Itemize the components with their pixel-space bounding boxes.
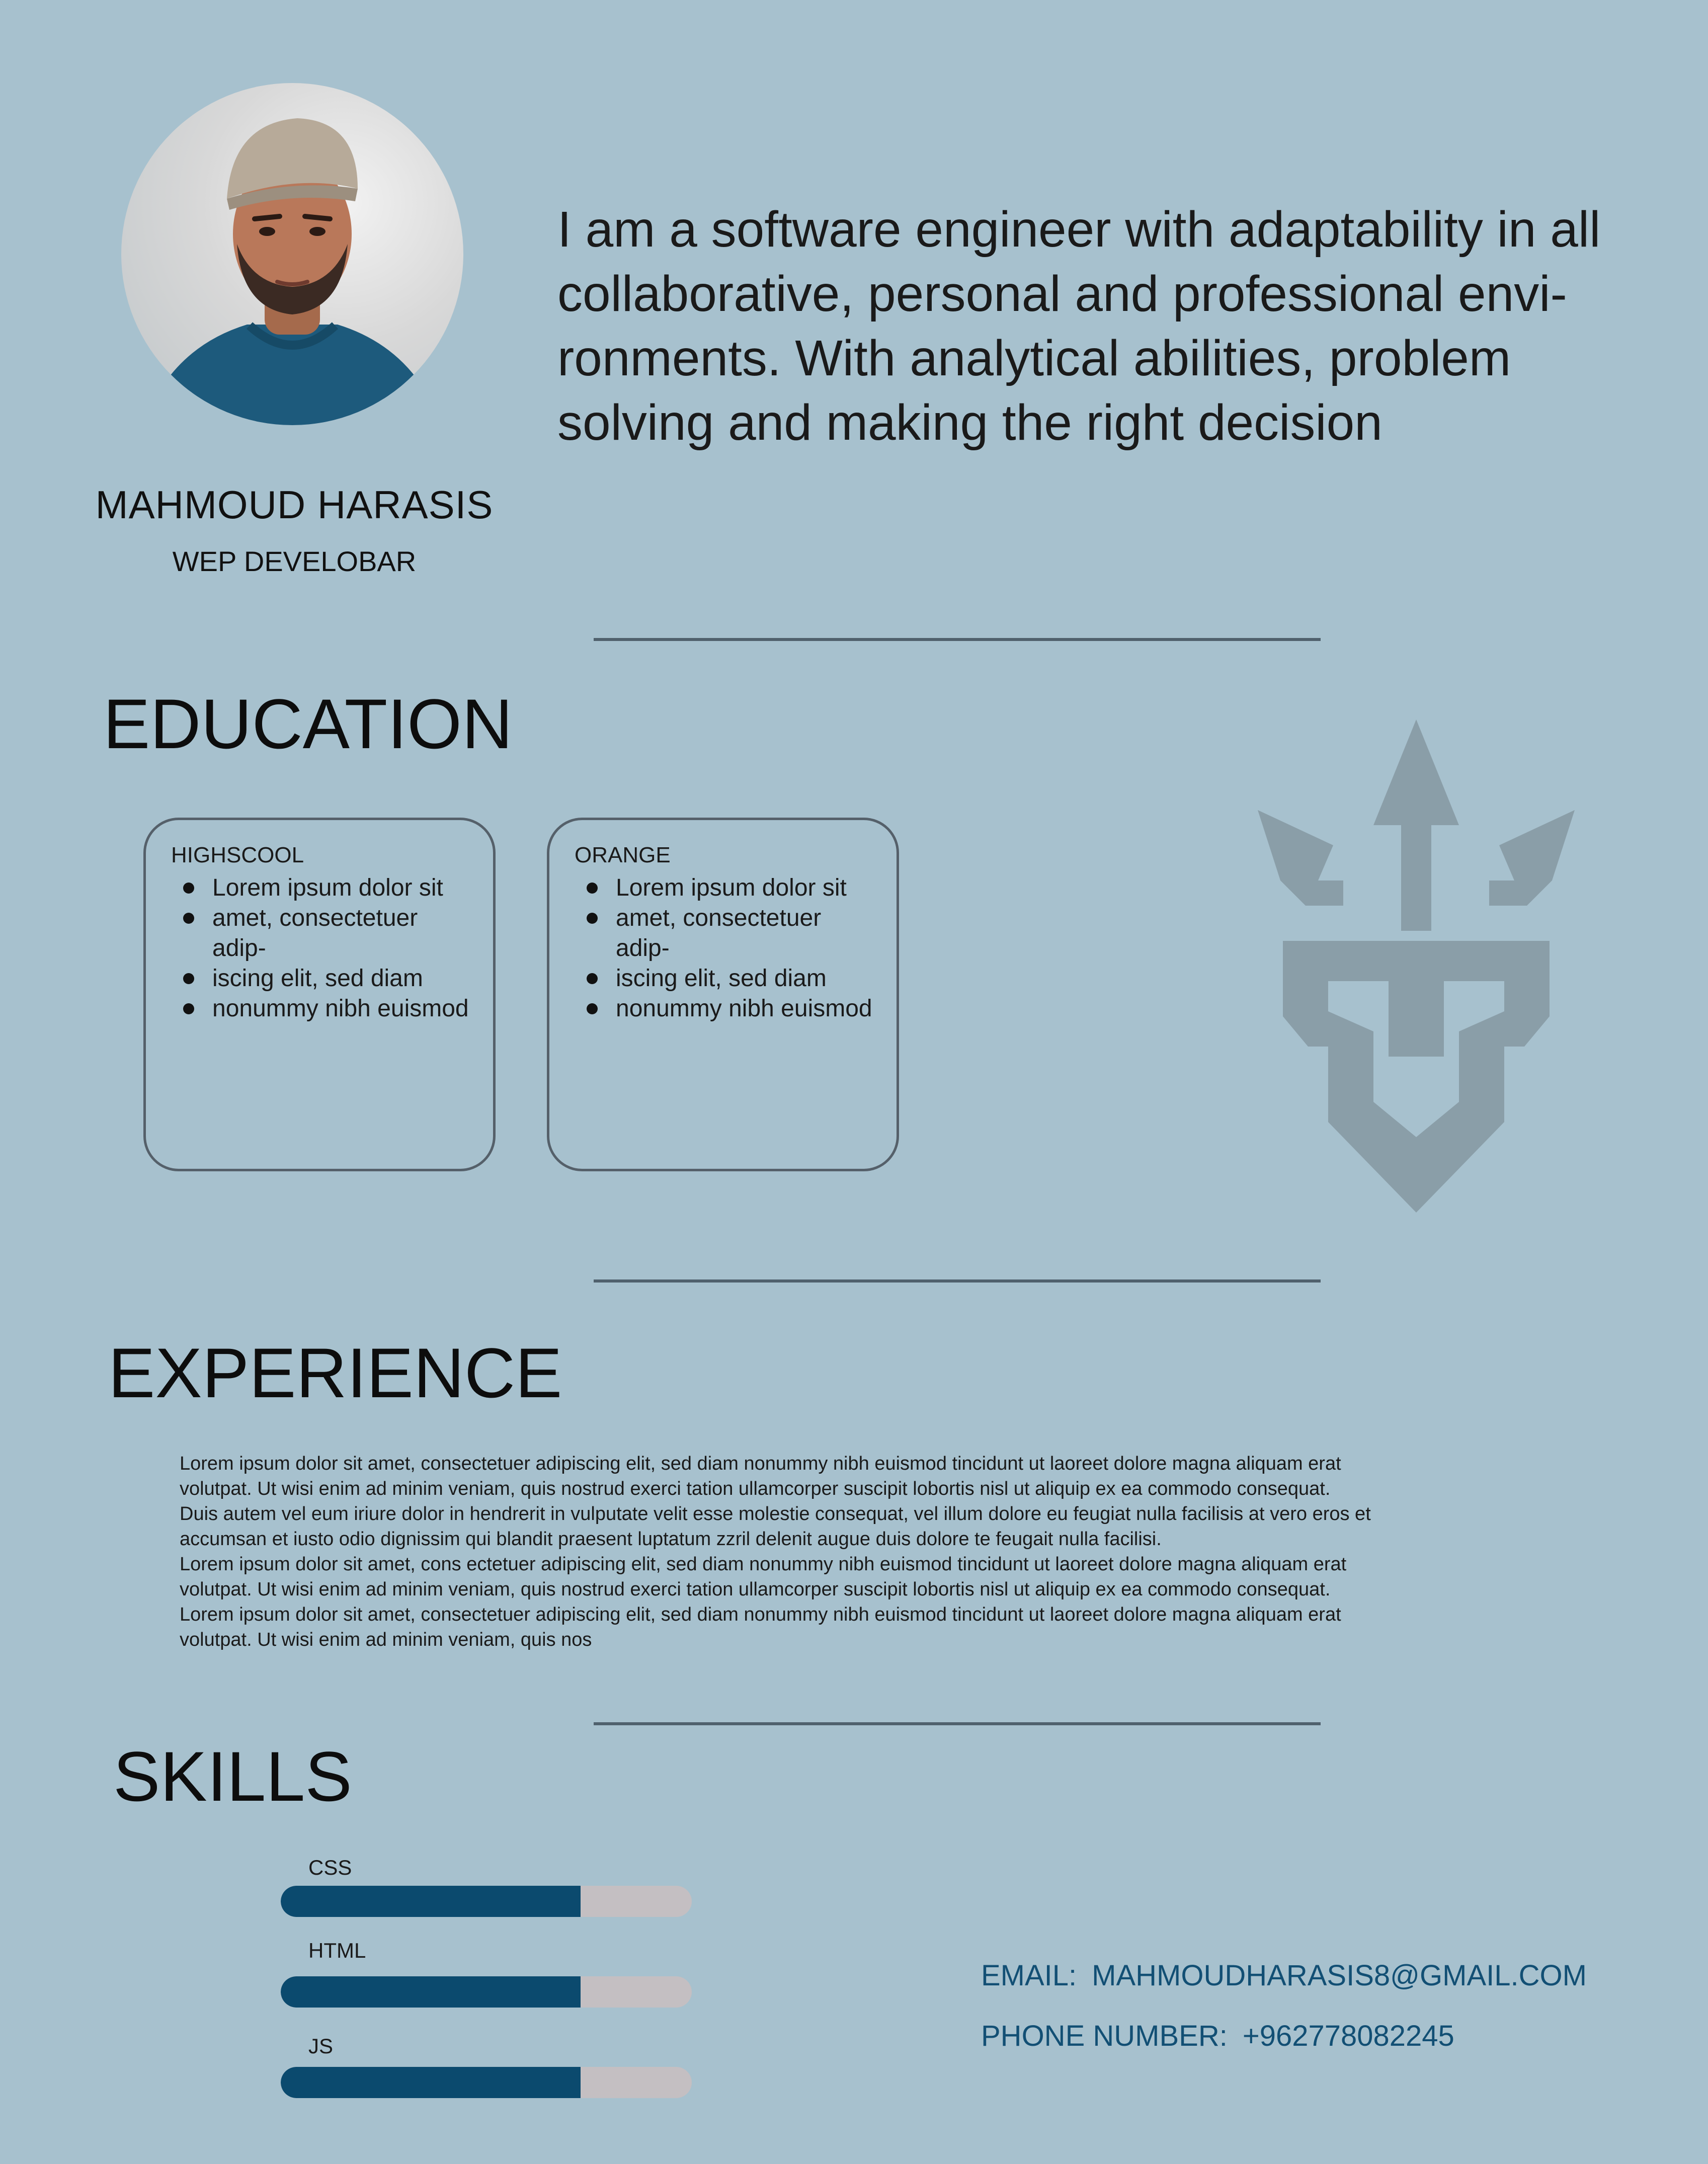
education-card-title: HIGHSCOOL <box>171 843 304 867</box>
phone-value[interactable]: +962778082245 <box>1243 2020 1454 2052</box>
list-item: nonummy nibh euismod <box>183 994 473 1024</box>
experience-line: accumsan et iusto odio dignissim qui bla… <box>180 1529 1162 1550</box>
person-name: MAHMOUD HARASIS <box>95 483 494 527</box>
skill-bar-js <box>281 2067 692 2098</box>
email-value[interactable]: MAHMOUDHARASIS8@GMAIL.COM <box>1092 1959 1587 1992</box>
section-divider <box>594 638 1321 641</box>
skill-bar-fill <box>281 2067 581 2098</box>
education-card-orange: ORANGE Lorem ipsum dolor sit amet, conse… <box>547 818 899 1171</box>
experience-line: Lorem ipsum dolor sit amet, consectetuer… <box>180 1604 1341 1625</box>
list-item: iscing elit, sed diam <box>183 964 473 994</box>
list-item: Lorem ipsum dolor sit <box>587 873 876 903</box>
experience-line: volutpat. Ut wisi enim ad minim veniam, … <box>180 1629 592 1650</box>
skill-label-html: HTML <box>308 1939 366 1962</box>
skills-heading: SKILLS <box>113 1737 352 1816</box>
section-divider <box>594 1279 1321 1283</box>
skill-bar-fill <box>281 1976 581 2008</box>
education-card-title: ORANGE <box>575 843 671 867</box>
person-avatar-icon <box>151 118 433 425</box>
skill-bar-css <box>281 1886 692 1917</box>
skill-label-js: JS <box>308 2034 334 2058</box>
list-item: Lorem ipsum dolor sit <box>183 873 473 903</box>
section-divider <box>594 1722 1321 1725</box>
experience-text: Lorem ipsum dolor sit amet, consectetuer… <box>180 1451 1437 1652</box>
list-item: amet, consectetuer adip- <box>587 903 876 964</box>
skill-bar-fill <box>281 1886 581 1917</box>
list-item: amet, consectetuer adip- <box>183 903 473 964</box>
skill-label-css: CSS <box>308 1856 352 1879</box>
job-title: WEP DEVELOBAR <box>172 545 417 577</box>
education-list: Lorem ipsum dolor sit amet, consectetuer… <box>575 873 876 1024</box>
experience-line: volutpat. Ut wisi enim ad minim veniam, … <box>180 1579 1331 1600</box>
experience-line: Lorem ipsum dolor sit amet, consectetuer… <box>180 1453 1341 1474</box>
experience-line: Lorem ipsum dolor sit amet, cons ectetue… <box>180 1554 1347 1575</box>
email-label: EMAIL: <box>981 1959 1077 1992</box>
education-card-highschool: HIGHSCOOL Lorem ipsum dolor sit amet, co… <box>143 818 496 1171</box>
list-item: nonummy nibh euismod <box>587 994 876 1024</box>
education-list: Lorem ipsum dolor sit amet, consectetuer… <box>171 873 473 1024</box>
list-item: iscing elit, sed diam <box>587 964 876 994</box>
experience-line: volutpat. Ut wisi enim ad minim veniam, … <box>180 1478 1331 1499</box>
trident-crown-monogram-icon <box>1258 719 1575 1213</box>
profile-photo <box>121 83 463 425</box>
skill-bar-html <box>281 1976 692 2008</box>
education-heading: EDUCATION <box>103 684 513 763</box>
experience-line: Duis autem vel eum iriure dolor in hendr… <box>180 1503 1371 1525</box>
experience-heading: EXPERIENCE <box>108 1333 562 1412</box>
contact-email: EMAIL: MAHMOUDHARASIS8@GMAIL.COM <box>981 1959 1587 1992</box>
phone-label: PHONE NUMBER: <box>981 2020 1228 2052</box>
intro-summary: I am a software engineer with adaptabili… <box>557 201 1601 451</box>
contact-phone: PHONE NUMBER: +962778082245 <box>981 2019 1454 2053</box>
